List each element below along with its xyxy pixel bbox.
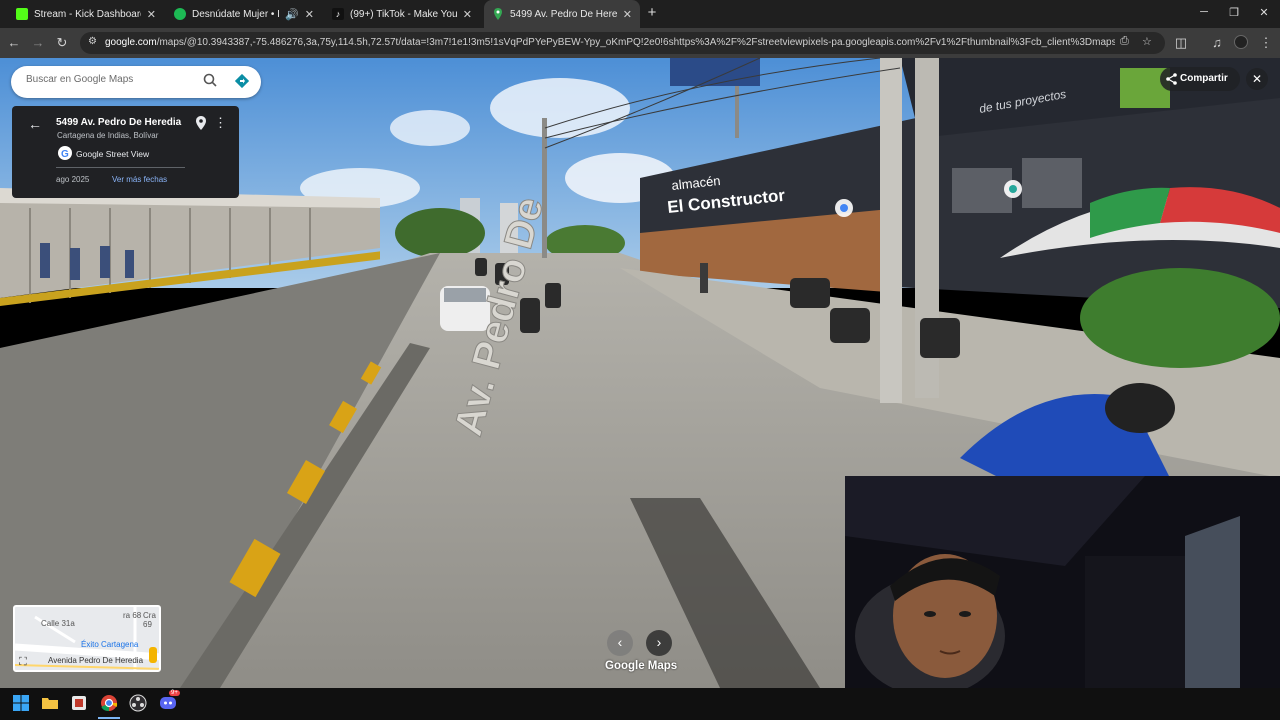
close-tab-icon[interactable]: ✕	[623, 8, 632, 21]
search-input[interactable]	[26, 74, 196, 85]
tab-spotify[interactable]: Desnúdate Mujer • Frankie 🔊 ✕	[166, 0, 322, 28]
search-icon[interactable]	[203, 73, 217, 90]
new-tab-button[interactable]: +	[644, 4, 660, 22]
reload-icon[interactable]: ↻	[54, 35, 70, 51]
pegman-icon[interactable]	[149, 647, 157, 663]
tree	[395, 208, 485, 258]
webcam-feed	[845, 476, 1280, 688]
bushes	[1080, 268, 1280, 368]
directions-icon[interactable]	[234, 73, 250, 93]
billboard	[670, 58, 760, 86]
place-title: 5499 Av. Pedro De Heredia	[56, 117, 182, 128]
maps-search-box	[11, 66, 261, 98]
chrome-icon[interactable]	[100, 694, 120, 714]
minimap-street-label: ra 68	[123, 611, 142, 620]
tiktok-icon: ♪	[332, 8, 344, 20]
close-streetview-button[interactable]: ✕	[1246, 68, 1268, 90]
tab-tiktok[interactable]: ♪ (99+) TikTok - Make Your Day ✕	[324, 0, 480, 28]
minimap-store-label: Éxito Cartagena	[81, 640, 139, 649]
close-tab-icon[interactable]: ✕	[463, 8, 472, 21]
streetview-label: Google Street View	[76, 149, 150, 159]
window-close-icon[interactable]: ✕	[1256, 6, 1272, 19]
tab-google-maps[interactable]: 5499 Av. Pedro De Heredia - Go ✕	[484, 0, 640, 28]
discord-icon[interactable]: 9+	[159, 690, 180, 714]
screen: Stream - Kick Dashboard ✕ Desnúdate Muje…	[0, 0, 1280, 720]
nav-marker-dot	[1009, 185, 1017, 193]
url-host: google.com	[105, 37, 157, 48]
minimize-icon[interactable]: ─	[1196, 6, 1212, 18]
kick-icon	[16, 8, 28, 20]
file-explorer-icon[interactable]	[41, 694, 61, 714]
store-window	[1022, 158, 1082, 208]
obs-icon[interactable]	[129, 694, 149, 714]
location-pin-icon[interactable]	[195, 116, 207, 135]
menu-dots-icon[interactable]: ⋮	[1258, 35, 1274, 51]
google-logo-icon: G	[58, 146, 72, 160]
google-maps-brand: Google Maps	[605, 660, 678, 672]
capture-date: ago 2025	[56, 175, 90, 184]
minimap-avenue-label: Avenida Pedro De Heredia	[48, 656, 144, 665]
close-tab-icon[interactable]: ✕	[305, 8, 314, 21]
close-tab-icon[interactable]: ✕	[147, 8, 156, 21]
webcam-overlay	[845, 476, 1280, 688]
utility-pole	[880, 58, 902, 403]
site-info-icon[interactable]: ⚙	[88, 36, 97, 47]
share-button[interactable]: Compartir	[1160, 67, 1240, 91]
bookmark-star-icon[interactable]: ☆	[1142, 35, 1152, 48]
back-icon[interactable]: ←	[6, 35, 22, 51]
install-app-icon[interactable]: ⎙	[1120, 35, 1129, 48]
media-control-icon[interactable]: ♫	[1209, 35, 1225, 51]
billboard-pole	[735, 78, 739, 138]
store-window	[952, 168, 1012, 213]
minimap[interactable]: Calle 31a Éxito Cartagena Avenida Pedro …	[13, 605, 161, 672]
monitor-glow	[1185, 516, 1240, 688]
svg-text:G: G	[61, 149, 69, 160]
forward-icon[interactable]: →	[30, 35, 46, 51]
place-info-panel: ← 5499 Av. Pedro De Heredia ⋮ Cartagena …	[12, 106, 239, 198]
divider	[56, 167, 185, 168]
pedestrian	[700, 263, 708, 293]
windows-taskbar: 9+	[0, 688, 1280, 720]
maximize-icon[interactable]: ❐	[1226, 6, 1242, 19]
active-app-indicator	[98, 717, 120, 719]
google-maps-pin-icon	[492, 8, 504, 20]
tab-kick-dashboard[interactable]: Stream - Kick Dashboard ✕	[8, 0, 164, 28]
spotify-icon	[174, 8, 186, 20]
place-subtitle: Cartagena de Indias, Bolívar	[57, 131, 159, 140]
browser-toolbar: ← → ↻ ⚙ google.com/maps/@10.3943387,-75.…	[0, 28, 1280, 58]
expand-map-icon[interactable]: ⛶	[19, 656, 27, 669]
app-icon[interactable]	[70, 694, 90, 714]
share-icon	[1166, 72, 1177, 90]
car-window	[444, 288, 486, 302]
address-bar[interactable]: ⚙ google.com/maps/@10.3943387,-75.486276…	[80, 32, 1165, 54]
cloud	[390, 110, 470, 146]
nav-marker-dot	[840, 204, 848, 212]
split-view-icon[interactable]: ◫	[1173, 35, 1189, 51]
back-arrow-icon[interactable]: ←	[28, 116, 42, 132]
browser-tab-strip: Stream - Kick Dashboard ✕ Desnúdate Muje…	[0, 0, 1280, 28]
minimap-street-label: Cra 69	[143, 611, 156, 629]
previous-image-button[interactable]: ‹	[607, 630, 633, 656]
speaker-icon[interactable]: 🔊	[285, 8, 299, 21]
windows-start-icon[interactable]	[12, 694, 32, 714]
profile-avatar[interactable]	[1233, 35, 1249, 51]
cloud	[490, 78, 630, 138]
url-path: /maps/@10.3943387,-75.486276,3a,75y,114.…	[156, 37, 1115, 48]
next-image-button[interactable]: ›	[646, 630, 672, 656]
rider-helmet	[1105, 383, 1175, 433]
more-dates-link[interactable]: Ver más fechas	[112, 175, 167, 184]
minimap-street-label: Calle 31a	[41, 619, 75, 628]
more-options-icon[interactable]: ⋮	[214, 115, 227, 131]
notification-badge: 9+	[169, 690, 180, 696]
